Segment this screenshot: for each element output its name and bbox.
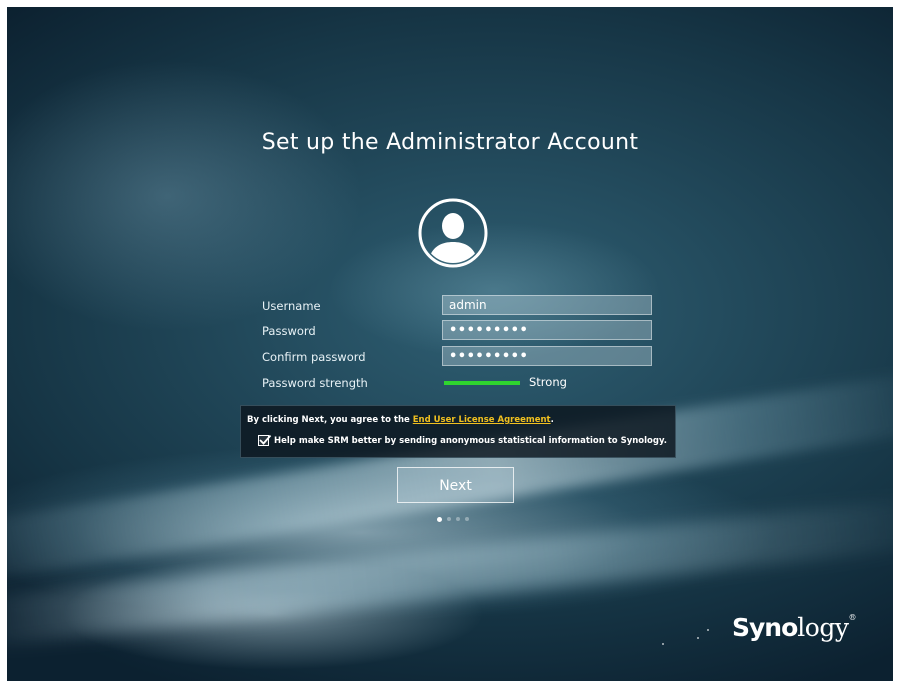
pager-dot-active: [437, 516, 442, 522]
page-title: Set up the Administrator Account: [261, 130, 639, 155]
logo-bold: Syno: [732, 613, 798, 642]
username-input[interactable]: [442, 295, 652, 315]
sparkle: [697, 637, 699, 639]
checkmark-icon: [259, 434, 272, 445]
eula-link[interactable]: End User License Agreement: [413, 415, 551, 425]
password-label: Password: [262, 324, 316, 338]
password-strength-label: Password strength: [262, 376, 368, 390]
password-row: Password •••••••••: [262, 320, 662, 344]
pager-dot: [456, 517, 460, 521]
confirm-password-input[interactable]: •••••••••: [442, 346, 652, 366]
logo-mark: ®: [848, 613, 856, 622]
agreement-panel: By clicking Next, you agree to the End U…: [240, 405, 676, 458]
pager-dot: [447, 517, 451, 521]
pager-dot: [465, 517, 469, 521]
password-strength-meter: [444, 381, 520, 385]
next-button[interactable]: Next: [397, 467, 514, 503]
confirm-password-label: Confirm password: [262, 350, 366, 364]
eula-suffix: .: [550, 415, 554, 425]
statistics-checkbox[interactable]: [258, 434, 272, 446]
statistics-checkbox-label[interactable]: Help make SRM better by sending anonymou…: [274, 436, 667, 446]
username-label: Username: [262, 299, 321, 313]
eula-notice: By clicking Next, you agree to the End U…: [247, 415, 554, 425]
user-avatar-icon: [418, 198, 488, 268]
sparkle: [662, 643, 664, 645]
password-strength-row: Password strength Strong: [262, 372, 662, 396]
password-input[interactable]: •••••••••: [442, 320, 652, 340]
synology-logo: Synology®: [732, 613, 856, 642]
password-strength-value: Strong: [529, 375, 567, 389]
setup-background: [7, 7, 893, 681]
sparkle: [707, 629, 709, 631]
eula-prefix: By clicking Next, you agree to the: [247, 415, 413, 425]
username-row: Username: [262, 295, 662, 319]
logo-rest: logy: [797, 613, 849, 642]
confirm-password-row: Confirm password •••••••••: [262, 346, 662, 370]
